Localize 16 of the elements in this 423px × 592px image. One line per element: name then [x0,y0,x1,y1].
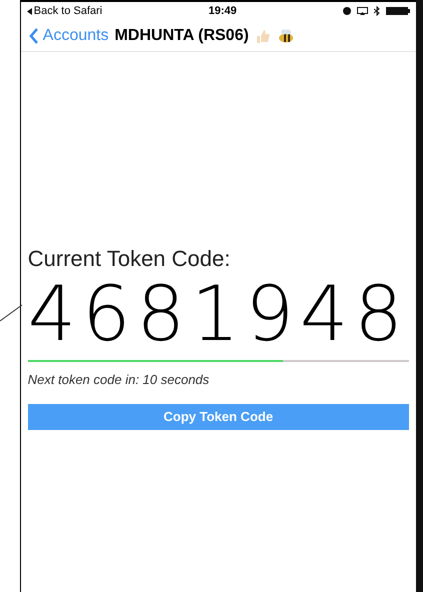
back-chevron-icon [28,28,39,44]
back-triangle-icon [26,8,32,14]
airplay-icon [356,7,368,15]
copy-token-button[interactable]: Copy Token Code [28,404,409,430]
countdown-text: Next token code in: 10 seconds [28,371,210,389]
leader-line [0,304,23,322]
account-title: MDHUNTA (RS06) [114,26,249,46]
bluetooth-icon [374,6,380,16]
status-time: 19:49 [208,4,237,19]
token-code: 4681948 [28,276,409,352]
accounts-back-button[interactable]: Accounts [28,24,109,48]
token-heading: Current Token Code: [28,248,232,270]
battery-icon [386,7,410,15]
bee-icon [276,28,295,44]
thumbs-up-icon [254,28,271,44]
back-to-app-link[interactable]: Back to Safari [34,2,102,20]
